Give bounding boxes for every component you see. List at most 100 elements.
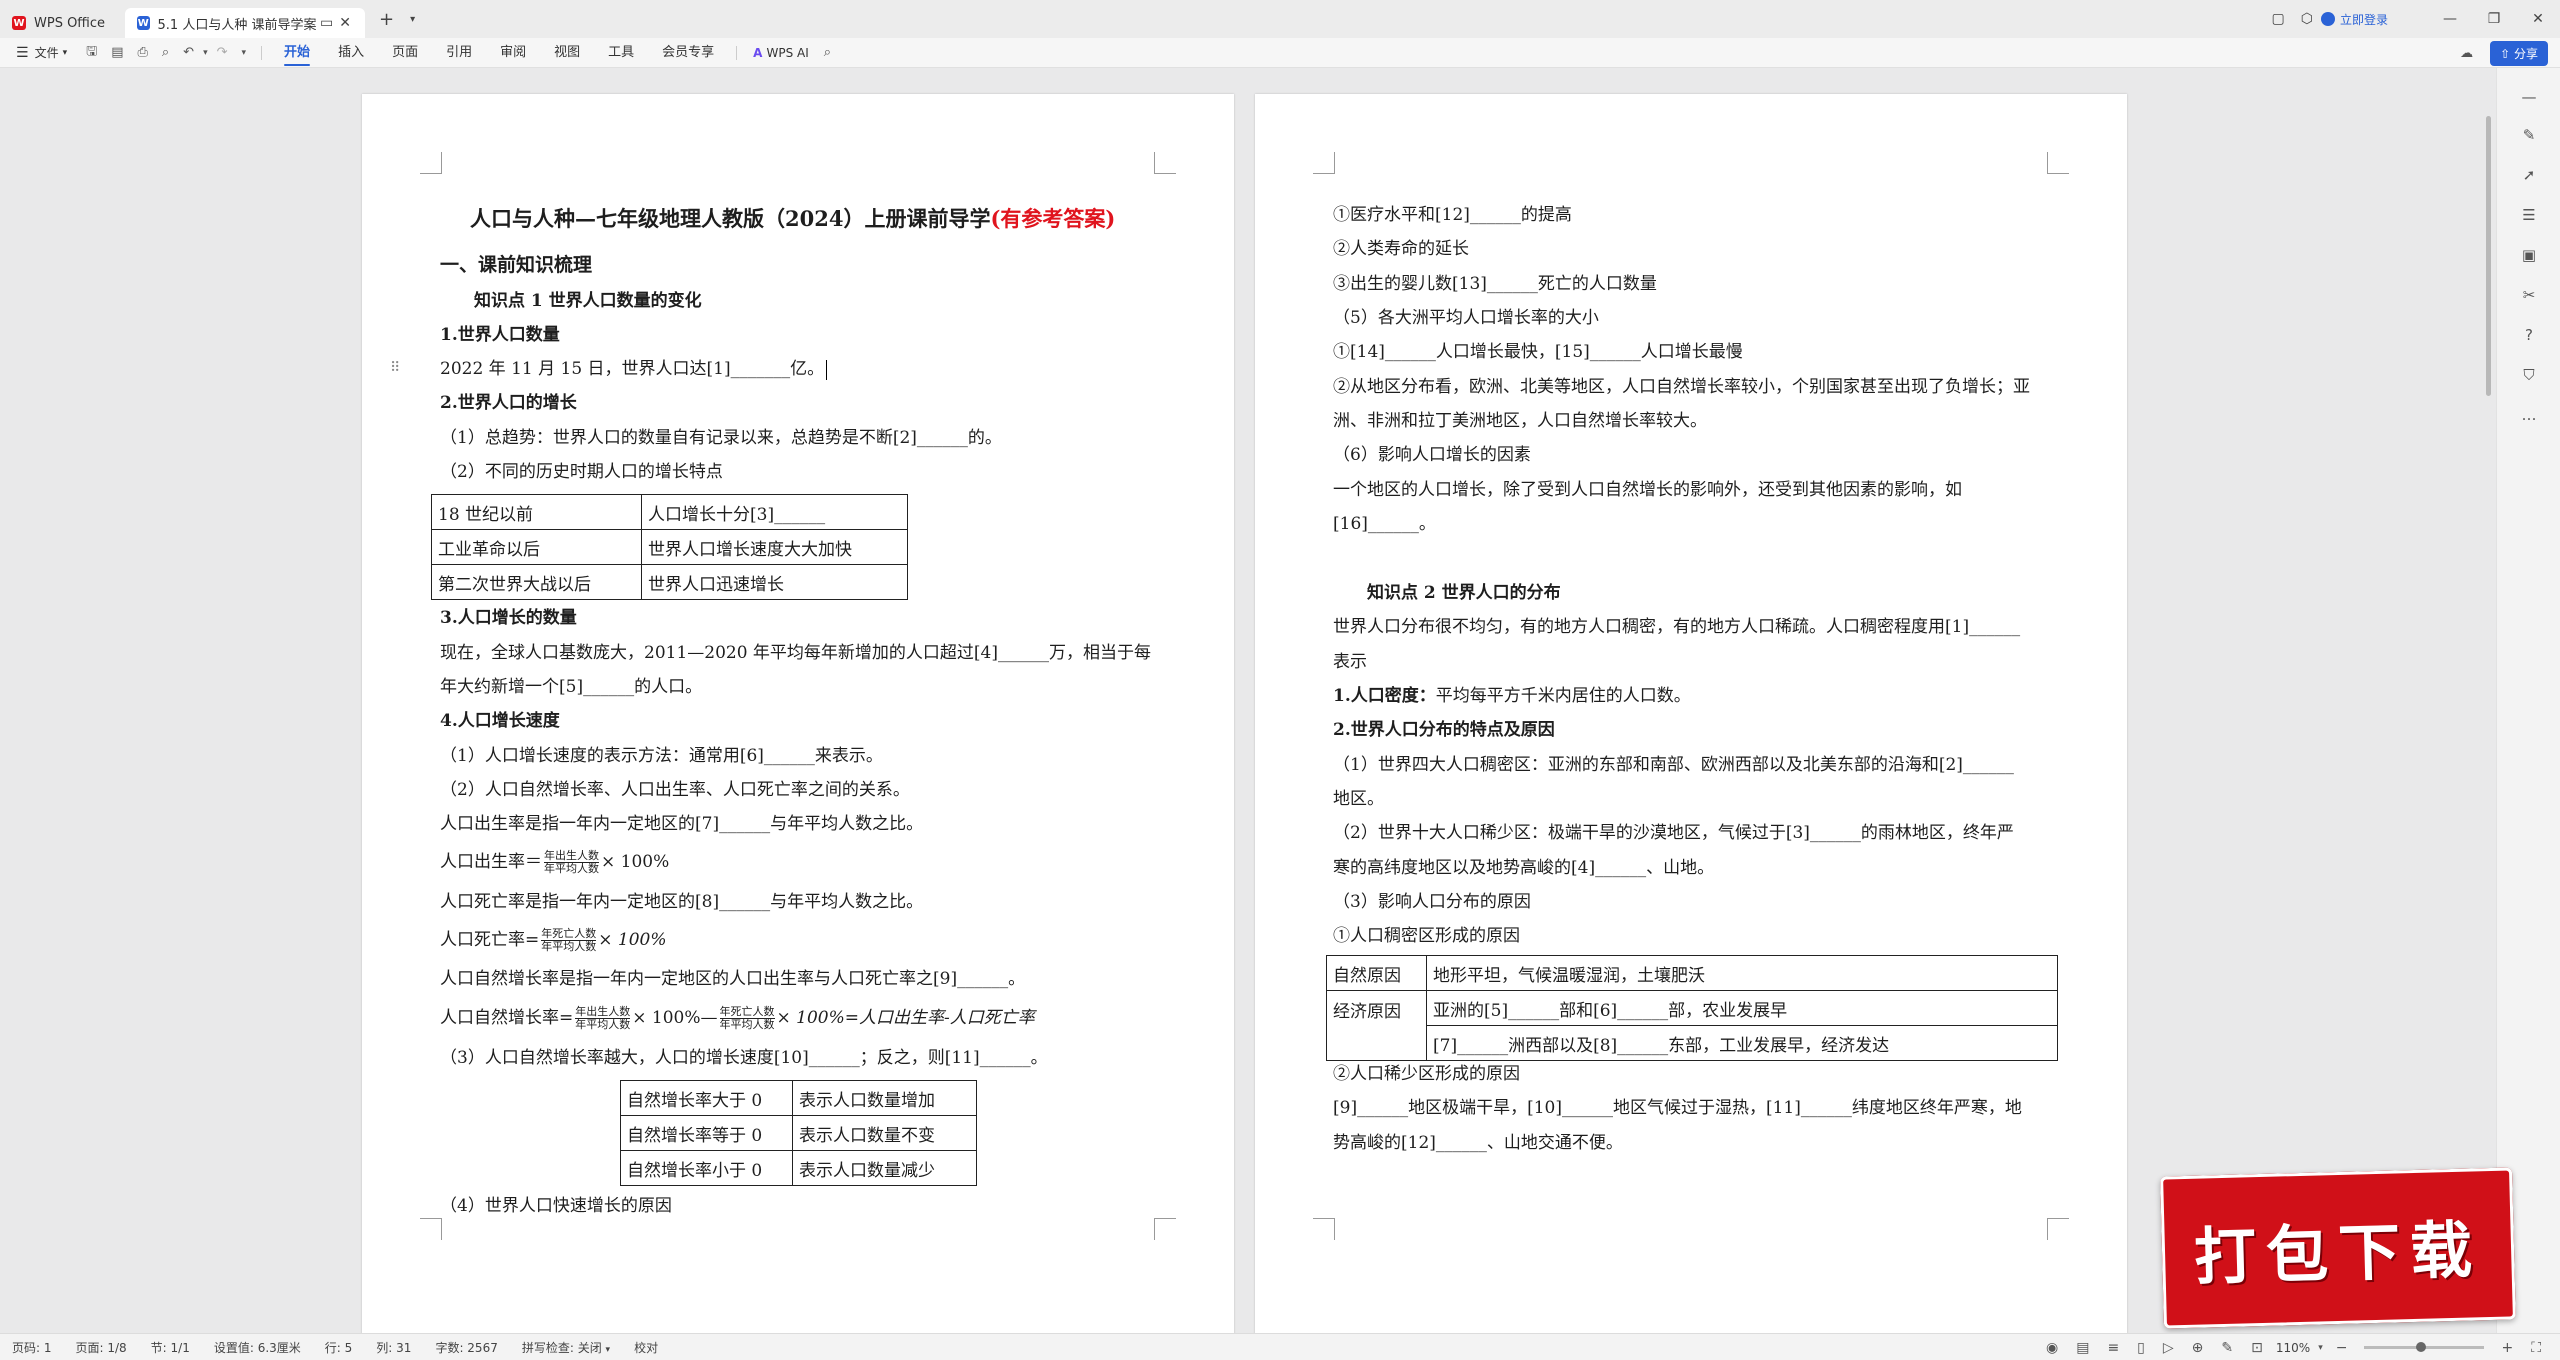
crop-mark: [1154, 152, 1176, 174]
paragraph: ②人口稀少区形成的原因: [1333, 1064, 1520, 1084]
subheading: 1.世界人口数量: [440, 325, 560, 345]
tab-references[interactable]: 引用: [432, 38, 486, 68]
document-workspace[interactable]: 人口与人种—七年级地理人教版（2024）上册课前导学(有参考答案) 一、课前知识…: [0, 68, 2484, 1334]
tab-list-chevron-icon[interactable]: ▾: [402, 14, 423, 25]
help-icon[interactable]: ?: [2497, 326, 2560, 344]
right-side-toolbar: — ✎ ➚ ☰ ▣ ✂ ? ⛉ …: [2496, 68, 2560, 1333]
fraction: 年出生人数 年平均人数: [544, 850, 599, 875]
window-layout-icon[interactable]: ▢: [2264, 11, 2293, 27]
tab-wps-home[interactable]: W WPS Office: [0, 8, 125, 38]
file-menu[interactable]: ☰ 文件 ▾: [0, 44, 79, 61]
export-pdf-icon[interactable]: ▤: [104, 45, 130, 60]
status-word-count[interactable]: 字数: 2567: [423, 1339, 509, 1356]
more-icon[interactable]: …: [2497, 406, 2560, 424]
tab-document[interactable]: W 5.1 人口与人种 课前导学案-2( ▭ ✕: [125, 8, 365, 38]
paragraph: （5）各大洲平均人口增长率的大小: [1333, 308, 1599, 328]
play-icon[interactable]: ▷: [2154, 1340, 2183, 1356]
tab-view[interactable]: 视图: [540, 38, 594, 68]
formula-tail: × 100%: [598, 930, 667, 950]
eye-protection-icon[interactable]: ◉: [2037, 1340, 2067, 1356]
status-page-number[interactable]: 页码: 1: [0, 1339, 64, 1356]
monitor-icon[interactable]: ▭: [316, 15, 337, 31]
close-tab-icon[interactable]: ✕: [337, 15, 353, 31]
web-view-icon[interactable]: ⊕: [2183, 1340, 2213, 1356]
document-tab-label: 5.1 人口与人种 课前导学案-2(: [157, 17, 317, 33]
status-section[interactable]: 节: 1/1: [139, 1339, 202, 1356]
edit-view-icon[interactable]: ✎: [2212, 1340, 2242, 1356]
share-icon: ⇧: [2500, 46, 2514, 61]
dense-population-table: 自然原因 地形平坦，气候温暖湿润，土壤肥沃 经济原因 亚洲的[5]______部…: [1326, 955, 2058, 1061]
status-page-count[interactable]: 页面: 1/8: [64, 1339, 139, 1356]
zoom-out-icon[interactable]: −: [2327, 1340, 2357, 1356]
restore-icon[interactable]: ❐: [2472, 11, 2516, 27]
fit-page-icon[interactable]: ⊡: [2242, 1340, 2272, 1356]
close-window-icon[interactable]: ✕: [2516, 11, 2560, 27]
zoom-slider[interactable]: [2364, 1342, 2485, 1352]
login-button[interactable]: 立即登录: [2320, 11, 2388, 28]
toolbar-divider: [261, 45, 263, 60]
subheading: 3.人口增长的数量: [440, 608, 577, 628]
image-tool-icon[interactable]: ▣: [2497, 246, 2560, 264]
crop-mark: [2047, 1218, 2069, 1240]
outline-view-icon[interactable]: ≡: [2098, 1340, 2128, 1356]
reading-view-icon[interactable]: ▯: [2128, 1340, 2154, 1356]
document-page-2[interactable]: ①医疗水平和[12]______的提高 ②人类寿命的延长 ③出生的婴儿数[13]…: [1255, 94, 2127, 1334]
home-tab-label: WPS Office: [34, 15, 106, 31]
redo-icon[interactable]: ↷: [210, 45, 235, 60]
status-line[interactable]: 行: 5: [313, 1339, 365, 1356]
status-setting-value[interactable]: 设置值: 6.3厘米: [202, 1339, 313, 1356]
fullscreen-icon[interactable]: ⛶: [2522, 1340, 2550, 1356]
cloud-sync-icon[interactable]: ☁: [2453, 46, 2480, 61]
undo-icon[interactable]: ↶: [176, 45, 201, 60]
scrollbar-thumb[interactable]: [2486, 116, 2491, 396]
print-preview-icon[interactable]: ⌕: [155, 45, 176, 60]
tab-review[interactable]: 审阅: [486, 38, 540, 68]
login-label: 立即登录: [2339, 12, 2388, 27]
tab-tools[interactable]: 工具: [594, 38, 648, 68]
page-view-icon[interactable]: ▤: [2067, 1340, 2098, 1356]
crop-mark: [420, 1218, 442, 1240]
share-button[interactable]: ⇧ 分享: [2490, 40, 2548, 66]
share-label: 分享: [2513, 46, 2538, 61]
status-spell-check[interactable]: 拼写检查: 关闭 ▾: [510, 1339, 622, 1356]
paragraph: （2）世界十大人口稀少区：极端干旱的沙漠地区，气候过于[3]______的雨林地…: [1333, 823, 2014, 843]
cube-icon[interactable]: ⬡: [2293, 11, 2321, 27]
save-icon[interactable]: 🖫: [79, 42, 104, 64]
minimize-icon[interactable]: —: [2428, 11, 2472, 27]
tab-insert[interactable]: 插入: [324, 38, 378, 68]
select-cursor-icon[interactable]: ➚: [2497, 166, 2560, 184]
shirt-icon[interactable]: ⛉: [2497, 366, 2560, 384]
tab-page[interactable]: 页面: [378, 38, 432, 68]
drag-handle-icon[interactable]: ⠿: [390, 360, 400, 376]
settings-sliders-icon[interactable]: ☰: [2497, 206, 2560, 224]
pen-icon[interactable]: ✎: [2497, 126, 2560, 144]
vertical-scrollbar[interactable]: [2484, 68, 2492, 1333]
status-column[interactable]: 列: 31: [364, 1339, 423, 1356]
knowledge-point-heading: 知识点 2 世界人口的分布: [1367, 583, 1561, 603]
paragraph-text: 2022 年 11 月 15 日，世界人口达[1]_______亿。: [440, 359, 825, 379]
zoom-in-icon[interactable]: +: [2492, 1340, 2522, 1356]
status-proofread[interactable]: 校对: [622, 1339, 670, 1356]
collapse-panel-icon[interactable]: —: [2497, 88, 2560, 106]
tab-member[interactable]: 会员专享: [648, 38, 728, 68]
fraction-denominator: 年平均人数: [541, 940, 597, 953]
new-tab-icon[interactable]: +: [371, 9, 402, 30]
search-icon[interactable]: ⌕: [817, 45, 838, 60]
wps-ai-button[interactable]: A WPS AI: [745, 46, 817, 60]
document-page-1[interactable]: 人口与人种—七年级地理人教版（2024）上册课前导学(有参考答案) 一、课前知识…: [362, 94, 1234, 1334]
table-cell: 自然增长率大于 0: [620, 1080, 793, 1116]
download-bundle-badge[interactable]: 打包下载: [2160, 1167, 2516, 1329]
tools-icon[interactable]: ✂: [2497, 286, 2560, 304]
hamburger-icon: ☰: [16, 44, 29, 61]
undo-dropdown-icon[interactable]: ▾: [201, 48, 210, 58]
tab-start[interactable]: 开始: [270, 38, 324, 68]
more-quick-access-icon[interactable]: ▾: [235, 48, 254, 58]
table-cell: 地形平坦，气候温暖湿润，土壤肥沃: [1426, 955, 2058, 991]
paragraph: （1）世界四大人口稠密区：亚洲的东部和南部、欧洲西部以及北美东部的沿海和[2]_…: [1333, 755, 2014, 775]
print-icon[interactable]: ⎙: [130, 45, 154, 60]
table-row: 18 世纪以前 人口增长十分[3]______: [431, 494, 908, 530]
zoom-level[interactable]: 110%: [2272, 1341, 2314, 1355]
table-cell: 自然增长率等于 0: [620, 1115, 793, 1151]
zoom-dropdown-icon[interactable]: ▾: [2314, 1343, 2327, 1353]
subheading: 2.世界人口分布的特点及原因: [1333, 720, 1555, 740]
